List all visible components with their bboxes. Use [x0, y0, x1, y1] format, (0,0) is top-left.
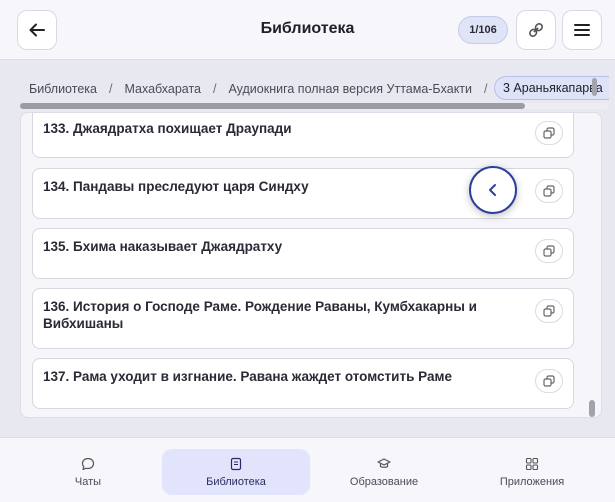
nav-education-label: Образование	[349, 475, 419, 488]
menu-button[interactable]	[562, 10, 602, 50]
breadcrumb-separator: /	[213, 82, 217, 96]
copy-button[interactable]	[535, 121, 563, 145]
copy-icon	[543, 185, 555, 197]
floating-back-button[interactable]	[469, 166, 517, 214]
chapter-title: 133. Джаядратха похищает Драупади	[43, 121, 292, 136]
breadcrumb-item-library[interactable]: Библиотека	[29, 82, 97, 96]
top-scrollbar[interactable]	[592, 78, 597, 96]
nav-library-label: Библиотека	[206, 475, 266, 488]
copy-button[interactable]	[535, 299, 563, 323]
chapter-title: 137. Рама уходит в изгнание. Равана жажд…	[43, 369, 452, 384]
chat-bubble-icon	[81, 457, 95, 470]
nav-chats-label: Чаты	[74, 475, 102, 488]
link-icon	[529, 23, 543, 37]
nav-education[interactable]: Образование	[334, 449, 434, 495]
list-item[interactable]: 133. Джаядратха похищает Драупади	[32, 113, 574, 158]
breadcrumb-item-mahabharata[interactable]: Махабхарата	[124, 82, 201, 96]
book-icon	[230, 457, 242, 470]
chapter-title: 135. Бхима наказывает Джаядратху	[43, 239, 283, 254]
copy-button[interactable]	[535, 179, 563, 203]
copy-icon	[543, 375, 555, 387]
page-counter-badge[interactable]: 1/106	[458, 16, 508, 44]
top-bar: Библиотека 1/106	[0, 0, 615, 60]
nav-apps[interactable]: Приложения	[482, 449, 582, 495]
breadcrumb-item-audiobook[interactable]: Аудиокнига полная версия Уттама-Бхакти	[228, 82, 472, 96]
back-button[interactable]	[17, 10, 57, 50]
nav-apps-label: Приложения	[499, 475, 565, 488]
breadcrumb-list: Библиотека / Махабхарата / Аудиокнига по…	[29, 80, 500, 98]
chapter-list: 133. Джаядратха похищает Драупади 134. П…	[20, 112, 602, 418]
nav-chats[interactable]: Чаты	[38, 449, 138, 495]
breadcrumb-scrollbar[interactable]	[20, 103, 525, 109]
graduation-cap-icon	[377, 457, 391, 468]
nav-library[interactable]: Библиотека	[162, 449, 310, 495]
list-scrollbar[interactable]	[589, 400, 595, 417]
copy-button[interactable]	[535, 239, 563, 263]
grid-icon	[525, 457, 539, 470]
breadcrumb-separator: /	[108, 82, 113, 96]
list-item[interactable]: 136. История о Господе Раме. Рождение Ра…	[32, 288, 574, 349]
chapter-title: 136. История о Господе Раме. Рождение Ра…	[43, 299, 477, 331]
hamburger-icon	[574, 24, 590, 36]
breadcrumb-separator: /	[484, 82, 488, 96]
bottom-navigation: Чаты Библиотека Образование Приложения	[0, 437, 615, 502]
list-item[interactable]: 135. Бхима наказывает Джаядратху	[32, 228, 574, 279]
copy-icon	[543, 127, 555, 139]
copy-button[interactable]	[535, 369, 563, 393]
arrow-left-icon	[29, 23, 45, 37]
copy-icon	[543, 245, 555, 257]
list-item[interactable]: 137. Рама уходит в изгнание. Равана жажд…	[32, 358, 574, 409]
link-button[interactable]	[516, 10, 556, 50]
copy-icon	[543, 305, 555, 317]
chapter-title: 134. Пандавы преследуют царя Синдху	[43, 179, 309, 194]
chevron-left-icon	[489, 184, 496, 196]
breadcrumb: Библиотека / Махабхарата / Аудиокнига по…	[0, 60, 615, 112]
